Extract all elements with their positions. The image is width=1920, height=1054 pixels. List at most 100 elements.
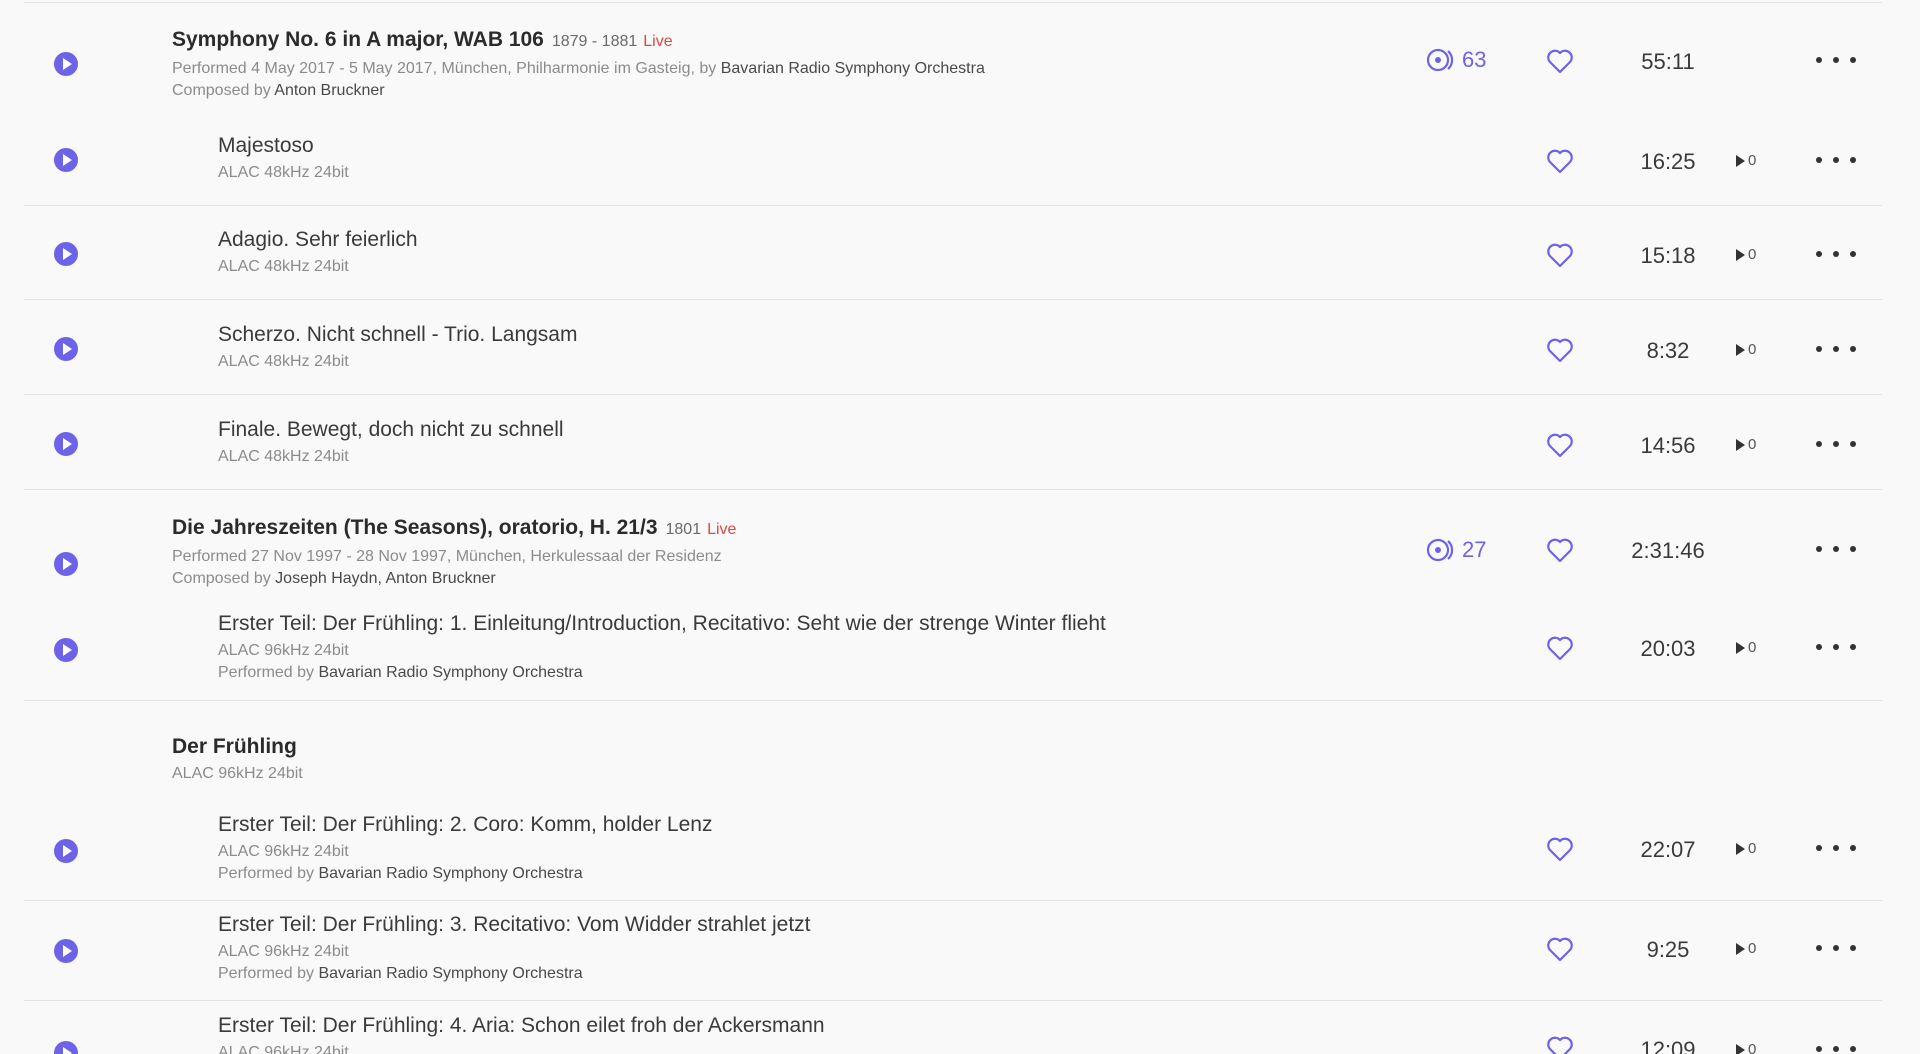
heart-icon[interactable] xyxy=(1546,242,1574,268)
disc-count[interactable]: 63 xyxy=(1426,47,1486,73)
play-count-icon xyxy=(1736,343,1745,356)
performed-text: Performed 4 May 2017 - 5 May 2017, Münch… xyxy=(172,60,721,77)
play-count-icon xyxy=(1736,154,1745,167)
work-title-text: Symphony No. 6 in A major, WAB 106 xyxy=(172,28,544,51)
more-icon[interactable] xyxy=(1816,55,1856,65)
track-row[interactable]: Majestoso ALAC 48kHz 24bit 16:25 0 xyxy=(24,120,1882,206)
track-performed: Performed by Bavarian Radio Symphony Orc… xyxy=(218,863,712,885)
play-count-value: 0 xyxy=(1748,1041,1757,1054)
play-icon[interactable] xyxy=(54,939,78,963)
play-count-value: 0 xyxy=(1748,940,1757,957)
track-title[interactable]: Erster Teil: Der Frühling: 4. Aria: Scho… xyxy=(218,1014,825,1038)
track-performed: Performed by Bavarian Radio Symphony Orc… xyxy=(218,963,811,985)
more-icon[interactable] xyxy=(1816,344,1856,354)
more-icon[interactable] xyxy=(1816,1044,1856,1054)
play-icon[interactable] xyxy=(54,52,78,76)
heart-icon[interactable] xyxy=(1546,432,1574,458)
play-count-icon xyxy=(1736,641,1745,654)
play-count: 0 xyxy=(1736,246,1756,263)
heart-icon[interactable] xyxy=(1546,936,1574,962)
play-count-value: 0 xyxy=(1748,840,1757,857)
composer-link[interactable]: Anton Bruckner xyxy=(274,82,384,99)
heart-icon[interactable] xyxy=(1546,1035,1574,1054)
performed-text: Performed by xyxy=(218,865,319,882)
track-format: ALAC 96kHz 24bit xyxy=(218,943,349,960)
play-count: 0 xyxy=(1736,639,1756,656)
performer-link[interactable]: Bavarian Radio Symphony Orchestra xyxy=(721,60,985,77)
more-icon[interactable] xyxy=(1816,439,1856,449)
work-title[interactable]: Symphony No. 6 in A major, WAB 106 1879 -… xyxy=(172,28,985,54)
work-years: 1879 - 1881 xyxy=(551,33,638,50)
heart-icon[interactable] xyxy=(1546,48,1574,74)
disc-count[interactable]: 27 xyxy=(1426,537,1486,563)
group-title: Der Frühling xyxy=(172,735,297,758)
track-info: Scherzo. Nicht schnell - Trio. Langsam A… xyxy=(218,323,577,373)
play-count: 0 xyxy=(1736,341,1756,358)
more-icon[interactable] xyxy=(1816,155,1856,165)
work-composed: Composed by Anton Bruckner xyxy=(172,80,985,102)
play-count: 0 xyxy=(1736,152,1756,169)
track-title[interactable]: Erster Teil: Der Frühling: 2. Coro: Komm… xyxy=(218,813,712,837)
group-info: Der Frühling ALAC 96kHz 24bit xyxy=(172,735,303,785)
heart-icon[interactable] xyxy=(1546,836,1574,862)
more-icon[interactable] xyxy=(1816,843,1856,853)
heart-icon[interactable] xyxy=(1546,537,1574,563)
track-row[interactable]: Erster Teil: Der Frühling: 2. Coro: Komm… xyxy=(24,791,1882,901)
track-duration: 22:07 xyxy=(1640,837,1696,862)
track-title[interactable]: Adagio. Sehr feierlich xyxy=(218,228,418,252)
track-format: ALAC 48kHz 24bit xyxy=(218,164,349,181)
track-info: Erster Teil: Der Frühling: 3. Recitativo… xyxy=(218,913,811,985)
disc-count-value: 27 xyxy=(1462,537,1487,562)
track-row[interactable]: Erster Teil: Der Frühling: 4. Aria: Scho… xyxy=(24,1001,1882,1054)
more-icon[interactable] xyxy=(1816,249,1856,259)
play-icon[interactable] xyxy=(54,839,78,863)
track-info: Erster Teil: Der Frühling: 1. Einleitung… xyxy=(218,612,1106,684)
track-format: ALAC 96kHz 24bit xyxy=(218,1044,349,1054)
performer-link[interactable]: Bavarian Radio Symphony Orchestra xyxy=(318,865,582,882)
performed-text: Performed by xyxy=(218,965,319,982)
heart-icon[interactable] xyxy=(1546,337,1574,363)
play-icon[interactable] xyxy=(54,638,78,662)
track-title[interactable]: Erster Teil: Der Frühling: 1. Einleitung… xyxy=(218,612,1106,636)
play-count-value: 0 xyxy=(1748,436,1757,453)
composer-link[interactable]: Joseph Haydn, Anton Bruckner xyxy=(275,570,496,587)
track-info: Majestoso ALAC 48kHz 24bit xyxy=(218,134,349,184)
play-icon[interactable] xyxy=(54,1041,78,1054)
more-icon[interactable] xyxy=(1816,943,1856,953)
work-row[interactable]: Symphony No. 6 in A major, WAB 106 1879 -… xyxy=(24,0,1882,120)
work-performed: Performed 27 Nov 1997 - 28 Nov 1997, Mün… xyxy=(172,548,722,565)
heart-icon[interactable] xyxy=(1546,148,1574,174)
performer-link[interactable]: Bavarian Radio Symphony Orchestra xyxy=(318,965,582,982)
play-count: 0 xyxy=(1736,940,1756,957)
track-format: ALAC 48kHz 24bit xyxy=(218,353,349,370)
track-duration: 16:25 xyxy=(1640,149,1696,174)
track-row[interactable]: Erster Teil: Der Frühling: 3. Recitativo… xyxy=(24,901,1882,1001)
work-title-text: Die Jahreszeiten (The Seasons), oratorio… xyxy=(172,516,658,539)
track-row[interactable]: Adagio. Sehr feierlich ALAC 48kHz 24bit … xyxy=(24,206,1882,300)
track-info: Erster Teil: Der Frühling: 4. Aria: Scho… xyxy=(218,1014,825,1054)
play-icon[interactable] xyxy=(54,337,78,361)
performer-link[interactable]: Bavarian Radio Symphony Orchestra xyxy=(318,664,582,681)
play-icon[interactable] xyxy=(54,552,78,576)
track-row[interactable]: Finale. Bewegt, doch nicht zu schnell AL… xyxy=(24,395,1882,490)
track-row[interactable]: Scherzo. Nicht schnell - Trio. Langsam A… xyxy=(24,300,1882,395)
track-format: ALAC 48kHz 24bit xyxy=(218,448,349,465)
track-title[interactable]: Finale. Bewegt, doch nicht zu schnell xyxy=(218,418,564,442)
track-title[interactable]: Majestoso xyxy=(218,134,349,158)
play-count-icon xyxy=(1736,1043,1745,1054)
track-title[interactable]: Scherzo. Nicht schnell - Trio. Langsam xyxy=(218,323,577,347)
play-icon[interactable] xyxy=(54,242,78,266)
work-row[interactable]: Die Jahreszeiten (The Seasons), oratorio… xyxy=(24,490,1882,608)
play-count: 0 xyxy=(1736,1041,1756,1054)
track-duration: 9:25 xyxy=(1646,937,1690,962)
heart-icon[interactable] xyxy=(1546,635,1574,661)
work-title[interactable]: Die Jahreszeiten (The Seasons), oratorio… xyxy=(172,516,736,542)
track-row[interactable]: Erster Teil: Der Frühling: 1. Einleitung… xyxy=(24,608,1882,701)
play-icon[interactable] xyxy=(54,148,78,172)
more-icon[interactable] xyxy=(1816,642,1856,652)
performed-text: Performed by xyxy=(218,664,319,681)
track-title[interactable]: Erster Teil: Der Frühling: 3. Recitativo… xyxy=(218,913,811,937)
more-icon[interactable] xyxy=(1816,544,1856,554)
group-format: ALAC 96kHz 24bit xyxy=(172,765,303,782)
play-icon[interactable] xyxy=(54,432,78,456)
